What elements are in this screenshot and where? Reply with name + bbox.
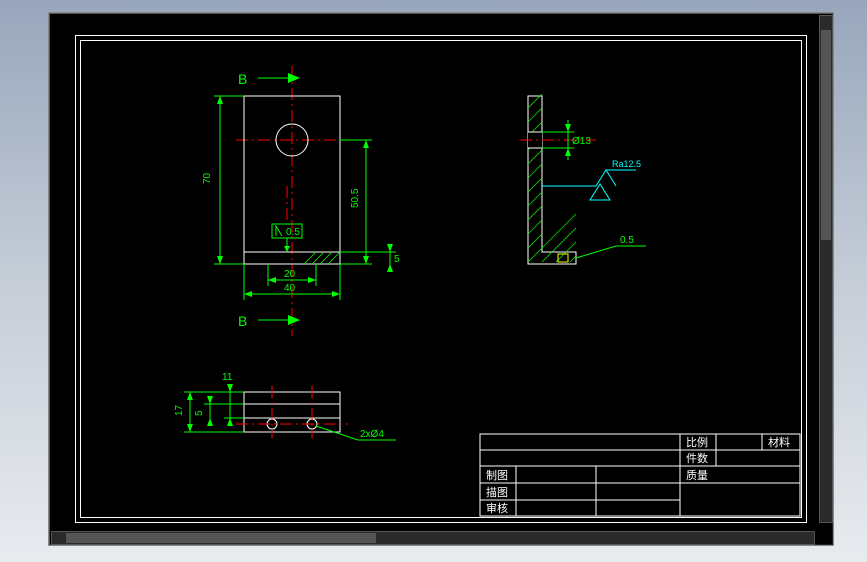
svg-text:Ra12.5: Ra12.5 [612,159,641,169]
svg-text:2xØ4: 2xØ4 [360,429,384,440]
drawing-canvas: 0.5 [76,36,806,522]
svg-text:17: 17 [174,404,185,416]
svg-text:11: 11 [222,372,233,383]
bottom-view: 11 5 17 [174,372,396,440]
section-arrow-bottom: B [238,313,300,329]
roughness-symbol: Ra12.5 [542,159,641,200]
drawing-border-outer: 0.5 [75,35,807,523]
svg-text:20: 20 [284,269,296,280]
label-scale: 比例 [686,435,708,449]
label-checked: 审核 [486,501,508,515]
dim-50-5: 50.5 [340,140,372,264]
label-traced: 描图 [486,485,508,499]
svg-text:70: 70 [202,172,213,184]
side-section-view: Ø13 Ra12.5 0.5 [520,94,646,264]
vertical-scrollbar[interactable] [819,15,833,523]
dim-holes: 2xØ4 [316,426,396,440]
svg-text:40: 40 [284,283,296,294]
label-mass: 质量 [686,469,708,482]
chamfer-note: 0.5 [558,235,646,262]
svg-text:B: B [238,313,247,329]
label-qty: 件数 [686,452,708,465]
svg-text:50.5: 50.5 [350,188,361,208]
dim-11: 11 [222,372,244,426]
horizontal-scrollbar[interactable] [51,531,815,545]
side-hatch [528,94,576,262]
datum-tol: 0.5 [286,227,300,238]
dim-70: 70 [202,96,244,264]
section-arrow-top: B [238,71,300,87]
front-view: 0.5 [202,66,400,336]
svg-text:5: 5 [394,254,400,265]
front-hatch [304,252,340,264]
svg-text:0.5: 0.5 [620,235,634,246]
svg-text:5: 5 [194,410,205,416]
dim-5: 5 [340,244,400,272]
gdnt-frame: 0.5 [272,186,302,252]
svg-text:Ø13: Ø13 [572,136,591,147]
label-drawn: 制图 [486,469,508,482]
dim-b5: 5 [194,396,244,426]
label-material: 材料 [768,435,790,449]
svg-text:B: B [238,71,247,87]
cad-viewport: 0.5 [48,12,834,546]
title-block: 比例 材料 件数 质量 制图 描图 审核 [480,434,800,516]
